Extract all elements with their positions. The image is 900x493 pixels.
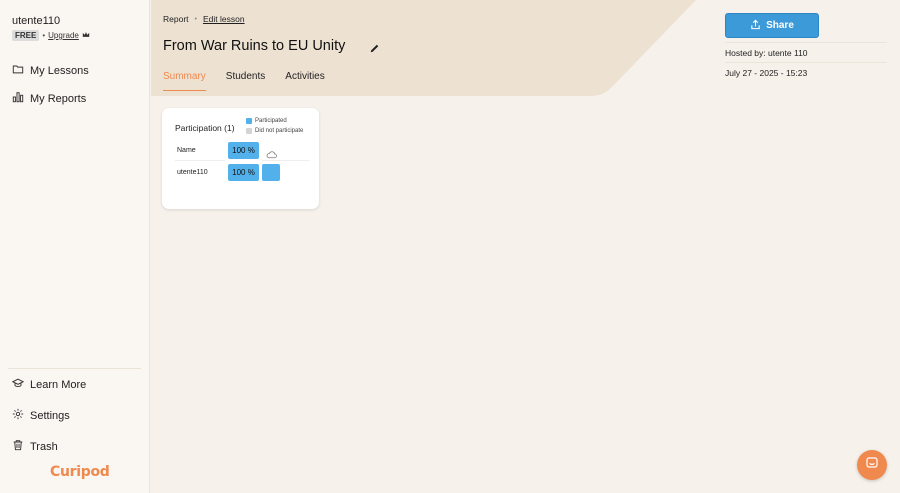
sidebar-item-label: Settings [30,409,70,422]
legend-not-participated: Did not participate [246,126,303,136]
share-button[interactable]: Share [725,13,819,38]
sidebar-divider [8,368,141,369]
plan-row: FREE • Upgrade [12,30,90,41]
sidebar-item-my-lessons[interactable]: My Lessons [12,63,89,78]
share-label: Share [766,20,794,31]
bar-chart-icon [12,91,24,106]
upgrade-link[interactable]: Upgrade [48,31,79,40]
sidebar-item-label: Trash [30,440,58,453]
sidebar-item-label: My Lessons [30,64,89,77]
plan-badge: FREE [12,30,40,41]
tab-activities[interactable]: Activities [285,71,324,91]
breadcrumb-separator: • [194,15,197,23]
hosted-by: Hosted by: utente 110 [725,48,808,58]
legend-swatch-not-participated [246,128,252,134]
legend-label: Did not participate [255,128,304,134]
legend-swatch-participated [246,118,252,124]
row-divider [175,160,225,161]
session-datetime: July 27 - 2025 - 15:23 [725,68,808,78]
tab-bar: Summary Students Activities [163,71,325,91]
student-percentage-cell: 100 % [228,164,259,181]
meta-divider [725,42,887,43]
tab-summary[interactable]: Summary [163,71,206,91]
breadcrumb-edit-lesson-link[interactable]: Edit lesson [203,14,245,24]
page-title: From War Ruins to EU Unity [163,38,346,54]
tab-students[interactable]: Students [226,71,265,91]
chat-launcher-button[interactable] [857,450,887,480]
sidebar: utente110 FREE • Upgrade My Lessons My R… [0,0,150,493]
sidebar-item-trash[interactable]: Trash [12,439,58,454]
pencil-icon[interactable] [369,41,380,59]
row-divider [262,160,309,161]
share-icon [750,19,761,33]
curipod-logo: Curipod [50,464,110,480]
cloud-icon [266,146,277,164]
sidebar-item-learn-more[interactable]: Learn More [11,377,87,392]
chat-icon [865,456,879,475]
breadcrumb-current: Report [163,14,189,24]
sidebar-item-my-reports[interactable]: My Reports [12,91,86,106]
participation-legend: Participated Did not participate [246,116,303,136]
folder-icon [12,63,24,78]
sidebar-item-settings[interactable]: Settings [12,408,70,423]
summary-percentage-cell: 100 % [228,142,259,159]
student-name: utente110 [177,169,208,176]
name-column-header: Name [177,147,196,154]
participation-cell [262,164,280,181]
breadcrumb: Report • Edit lesson [163,14,245,24]
legend-participated: Participated [246,116,303,126]
trash-icon [12,439,24,454]
plan-separator-dot: • [42,31,46,40]
participation-card: Participation (1) Participated Did not p… [162,108,319,209]
graduation-cap-icon [11,377,25,392]
participation-title: Participation (1) [175,123,235,133]
meta-divider [725,62,887,63]
gear-icon [12,408,24,423]
sidebar-item-label: My Reports [30,92,87,105]
user-name: utente110 [12,15,61,27]
crown-icon [82,31,90,40]
sidebar-item-label: Learn More [30,378,87,391]
legend-label: Participated [255,118,287,124]
